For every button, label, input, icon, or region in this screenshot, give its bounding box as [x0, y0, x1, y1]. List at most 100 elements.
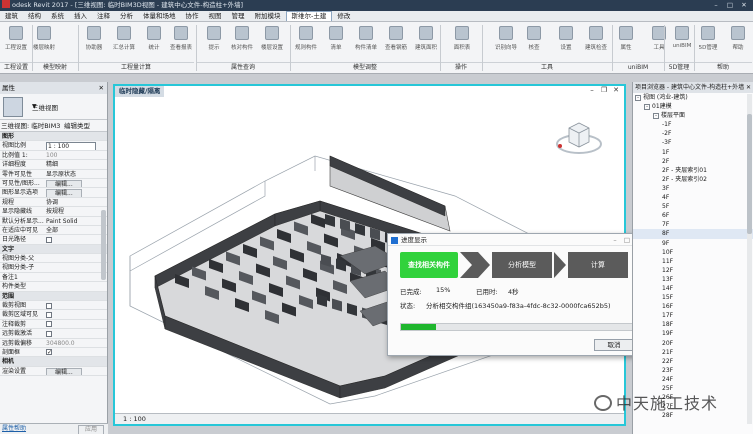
tree-item[interactable]: 22F — [633, 357, 753, 366]
tree-item[interactable]: -2F — [633, 129, 753, 138]
tree-item[interactable]: 21F — [633, 348, 753, 357]
ribbon-button[interactable]: 构件清单 — [352, 24, 380, 60]
ribbon-tab[interactable]: 注释 — [92, 11, 115, 22]
ribbon-button[interactable]: 统计 — [140, 24, 168, 60]
ribbon-button[interactable]: 5D管理 — [694, 24, 722, 60]
ribbon-button[interactable]: 楼层设置 — [258, 24, 286, 60]
tree-item[interactable]: 2F - 夹层索引02 — [633, 175, 753, 184]
close-icon[interactable]: ✕ — [99, 82, 104, 94]
tree-item[interactable]: 13F — [633, 275, 753, 284]
cancel-button[interactable]: 取消 — [594, 339, 634, 351]
ribbon-tab[interactable]: 管理 — [227, 11, 250, 22]
scroll-thumb[interactable] — [747, 114, 752, 234]
tree-item[interactable]: - 视图 (鸿业-建筑) — [633, 93, 753, 102]
ribbon-button[interactable]: 查看钢筋 — [382, 24, 410, 60]
restore-icon[interactable]: ❐ — [598, 86, 610, 94]
collapse-icon[interactable]: - — [635, 95, 641, 101]
property-value[interactable]: 按规程 — [46, 207, 64, 215]
ribbon-button[interactable]: 工程设置 — [2, 24, 30, 60]
tree-item[interactable]: 2F — [633, 157, 753, 166]
ribbon-button[interactable]: 建筑检查 — [582, 24, 610, 60]
minimize-icon[interactable]: – — [586, 86, 598, 94]
ribbon-button[interactable]: 清单 — [322, 24, 350, 60]
tree-item[interactable]: 20F — [633, 339, 753, 348]
properties-help-link[interactable]: 属性帮助 — [2, 425, 26, 433]
property-checkbox[interactable] — [46, 311, 52, 318]
edit-type-button[interactable]: 编辑类型 — [64, 120, 90, 132]
ribbon-button[interactable]: 汇总计算 — [110, 24, 138, 60]
properties-scrollbar[interactable] — [101, 210, 106, 280]
collapse-icon[interactable]: - — [644, 104, 650, 111]
tree-item[interactable]: 1F — [633, 148, 753, 157]
ribbon-button[interactable]: uniBIM — [668, 24, 696, 60]
tree-item[interactable]: 23F — [633, 366, 753, 375]
property-value[interactable]: 显示原状态 — [46, 170, 76, 178]
ribbon-tab[interactable]: 视图 — [204, 11, 227, 22]
apply-button[interactable]: 应用 — [77, 425, 104, 434]
maximize-icon[interactable]: □ — [723, 0, 737, 11]
browser-scrollbar[interactable] — [747, 94, 752, 424]
close-icon[interactable]: ✕ — [737, 0, 751, 11]
tree-item[interactable]: 9F — [633, 239, 753, 248]
ribbon-tab[interactable]: 建筑 — [0, 11, 23, 22]
ribbon-tab[interactable]: 附加模块 — [250, 11, 286, 22]
ribbon-button[interactable]: 提示 — [200, 24, 228, 60]
ribbon-button[interactable]: 规则构件 — [292, 24, 320, 60]
tree-item[interactable]: 14F — [633, 284, 753, 293]
tree-item[interactable]: -3F — [633, 138, 753, 147]
ribbon-tab[interactable]: 斯维尔-土建 — [285, 11, 333, 21]
close-icon[interactable]: ✕ — [610, 86, 622, 94]
ribbon-button[interactable]: 识别向导 — [492, 24, 520, 60]
tree-item[interactable]: 2F - 夹层索引01 — [633, 166, 753, 175]
tree-item[interactable]: 16F — [633, 302, 753, 311]
property-value[interactable]: 1 : 100 — [46, 142, 96, 150]
tree-item[interactable]: 6F — [633, 211, 753, 220]
chevron-down-icon[interactable]: ▼ — [32, 103, 103, 110]
tree-item[interactable]: 15F — [633, 293, 753, 302]
tree-item[interactable]: 17F — [633, 311, 753, 320]
property-edit-button[interactable]: 编辑... — [46, 367, 82, 376]
view-instance-label[interactable]: 三维视图: 临时BIM3 — [1, 122, 60, 130]
ribbon-button[interactable]: 查看报表 — [167, 24, 195, 60]
tree-item[interactable]: 4F — [633, 193, 753, 202]
ribbon-button[interactable]: 面积表 — [448, 24, 476, 60]
ribbon-button[interactable]: 帮助 — [724, 24, 752, 60]
property-value[interactable]: 全部 — [46, 226, 58, 234]
property-edit-button[interactable]: 编辑... — [46, 179, 82, 188]
view-instance-selector[interactable]: 三维视图: 临时BIM3 编辑类型 — [0, 120, 107, 132]
view-scale[interactable]: 1 : 100 — [123, 415, 146, 424]
ribbon-button[interactable]: 设置 — [552, 24, 580, 60]
minimize-icon[interactable]: – — [709, 0, 723, 11]
tree-item[interactable]: -1F — [633, 120, 753, 129]
ribbon-tab[interactable]: 协作 — [181, 11, 204, 22]
tree-item[interactable]: 12F — [633, 266, 753, 275]
type-selector[interactable]: 三维视图 ▼ — [0, 94, 107, 120]
viewcube-icon[interactable] — [555, 114, 603, 162]
collapse-icon[interactable]: - — [653, 113, 659, 120]
tree-item[interactable]: 8F — [633, 229, 753, 239]
property-checkbox[interactable] — [46, 348, 52, 356]
ribbon-button[interactable]: 楼层映射 — [30, 24, 58, 60]
property-value[interactable]: 精细 — [46, 160, 58, 168]
ribbon-button[interactable]: 建筑面积 — [412, 24, 440, 60]
ribbon-tab[interactable]: 结构 — [23, 11, 46, 22]
property-section[interactable]: 相机 — [0, 357, 107, 367]
ribbon-tab[interactable]: 体量和场地 — [138, 11, 181, 22]
ribbon-button[interactable]: 属性 — [612, 24, 640, 60]
property-checkbox[interactable] — [46, 330, 52, 337]
property-section[interactable]: 图形 — [0, 132, 107, 142]
ribbon-button[interactable]: 核查 — [520, 24, 548, 60]
tree-item[interactable]: 11F — [633, 257, 753, 266]
property-checkbox[interactable] — [46, 236, 52, 243]
tree-item[interactable]: - 楼层平面 — [633, 111, 753, 120]
minimize-icon[interactable]: – — [609, 234, 621, 246]
tree-item[interactable]: -01建模 — [633, 102, 753, 111]
ribbon-tab[interactable]: 修改 — [332, 11, 355, 22]
temp-hide-isolate-tab[interactable]: 临时隐藏/隔离 — [115, 86, 165, 97]
close-icon[interactable]: ✕ — [744, 82, 751, 93]
property-value[interactable]: Paint Solid — [46, 217, 77, 225]
ribbon-tab[interactable]: 分析 — [115, 11, 138, 22]
property-edit-button[interactable]: 编辑... — [46, 189, 82, 197]
ribbon-tab[interactable]: 系统 — [46, 11, 69, 22]
tree-item[interactable]: 7F — [633, 220, 753, 229]
